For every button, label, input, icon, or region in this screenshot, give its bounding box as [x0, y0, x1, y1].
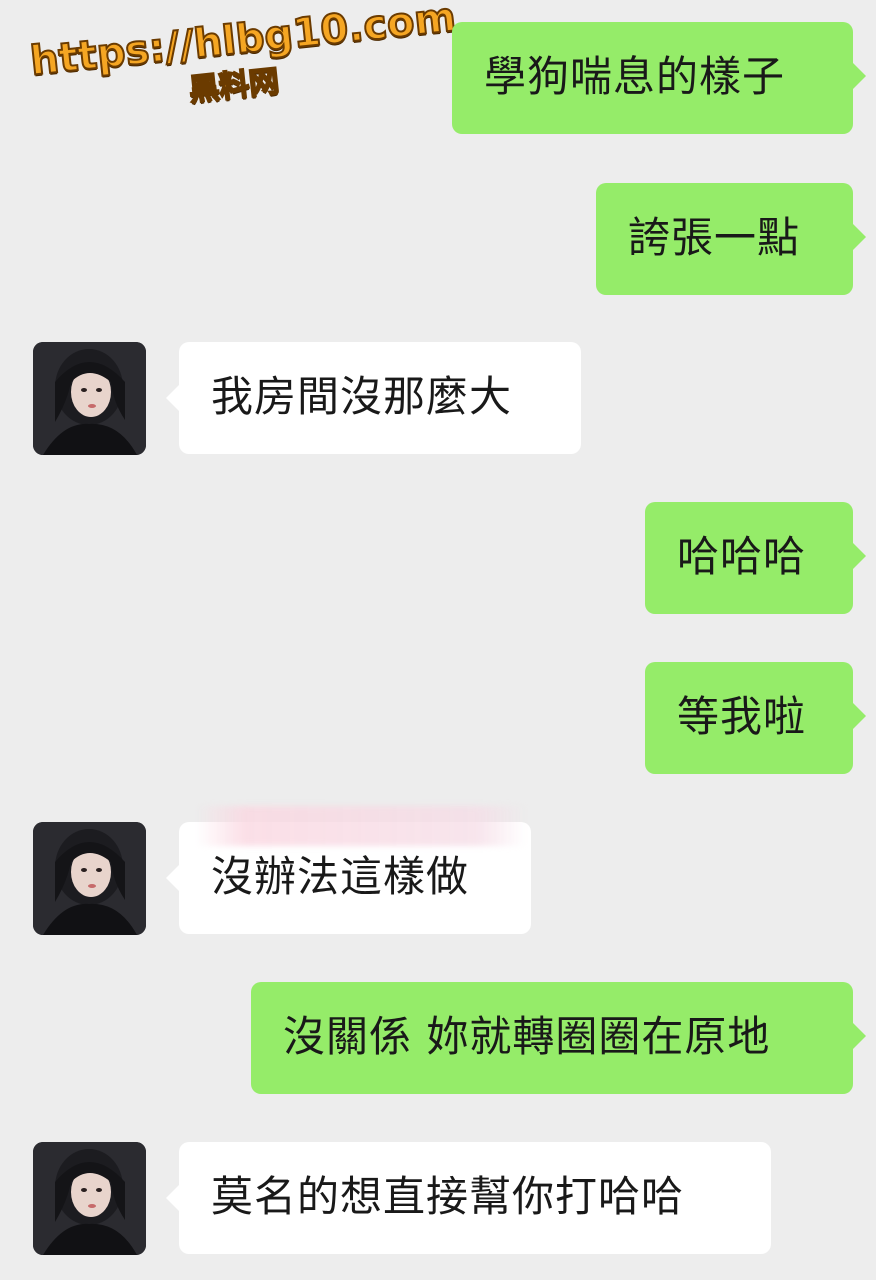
message-text: 誇張一點: [628, 213, 801, 262]
message-text: 莫名的想直接幫你打哈哈: [211, 1172, 685, 1221]
message-text: 沒關係 妳就轉圈圈在原地: [283, 1012, 771, 1061]
redaction-blur: [196, 806, 526, 846]
chat-area[interactable]: https://hlbg10.com 黑料网 學狗喘息的樣子 誇張一點 我房間沒…: [0, 0, 876, 1280]
avatar-image: [33, 1142, 146, 1255]
message-bubble-incoming[interactable]: 我房間沒那麼大: [166, 342, 581, 454]
contact-avatar[interactable]: [33, 342, 146, 455]
message-bubble-incoming[interactable]: 莫名的想直接幫你打哈哈: [166, 1142, 771, 1254]
watermark: https://hlbg10.com 黑料网: [27, 0, 459, 157]
message-bubble-outgoing[interactable]: 等我啦: [645, 662, 866, 774]
contact-avatar[interactable]: [33, 1142, 146, 1255]
message-bubble-outgoing[interactable]: 哈哈哈: [645, 502, 866, 614]
message-bubble-outgoing[interactable]: 沒關係 妳就轉圈圈在原地: [251, 982, 866, 1094]
message-text: 沒辦法這樣做: [211, 852, 470, 901]
contact-avatar[interactable]: [33, 822, 146, 935]
message-text: 學狗喘息的樣子: [484, 52, 786, 101]
avatar-image: [33, 822, 146, 935]
message-text: 我房間沒那麼大: [211, 372, 513, 421]
avatar-image: [33, 342, 146, 455]
message-bubble-outgoing[interactable]: 學狗喘息的樣子: [452, 22, 866, 134]
message-text: 等我啦: [677, 692, 807, 741]
message-bubble-outgoing[interactable]: 誇張一點: [596, 183, 866, 295]
message-text: 哈哈哈: [677, 532, 807, 581]
